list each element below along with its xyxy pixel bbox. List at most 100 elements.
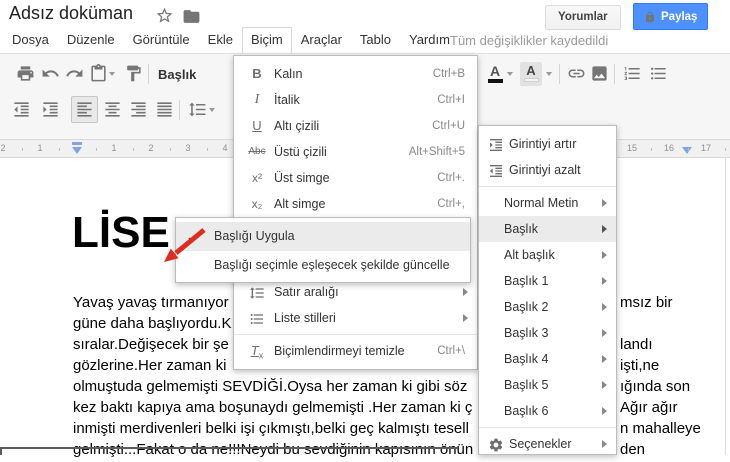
menu-item-bold[interactable]: B Kalın Ctrl+B bbox=[234, 61, 477, 87]
menu-item-italic[interactable]: I İtalik Ctrl+I bbox=[234, 87, 477, 113]
save-status: Tüm değişiklikler kaydedildi bbox=[450, 33, 609, 48]
submenu-arrow-icon bbox=[602, 407, 607, 415]
submenu-arrow-icon bbox=[602, 277, 607, 285]
left-indent-marker[interactable] bbox=[72, 147, 82, 154]
insert-image-icon[interactable] bbox=[590, 64, 609, 83]
google-docs-window: { "header": { "title": "Adsız doküman", … bbox=[0, 0, 730, 458]
ruler-tick bbox=[206, 148, 208, 151]
align-center-icon[interactable] bbox=[103, 100, 122, 119]
toolbar-separator bbox=[614, 64, 615, 84]
print-icon[interactable] bbox=[16, 64, 35, 83]
first-line-indent-marker[interactable] bbox=[72, 142, 82, 145]
menu-ekle[interactable]: Ekle bbox=[199, 27, 242, 53]
ruler-number: 4 bbox=[222, 143, 228, 153]
submenu-item-heading-3[interactable]: Başlık 3 bbox=[479, 320, 616, 346]
indent-decrease-icon bbox=[485, 157, 507, 183]
submenu-item-heading-2[interactable]: Başlık 2 bbox=[479, 294, 616, 320]
menu-item-superscript[interactable]: x² Üst simge Ctrl+. bbox=[234, 165, 477, 191]
toolbar-separator bbox=[559, 64, 560, 84]
submenu-arrow-icon bbox=[602, 355, 607, 363]
submenu-item-increase-indent[interactable]: Girintiyi artır bbox=[479, 131, 616, 157]
document-title[interactable]: Adsız doküman bbox=[9, 3, 133, 24]
document-text-line[interactable]: olmuştuda gelmemişti SEVDİĞİ.Oysa her za… bbox=[0, 378, 730, 399]
paste-icon[interactable] bbox=[89, 64, 108, 83]
folder-icon[interactable] bbox=[182, 7, 201, 26]
gear-icon bbox=[485, 431, 507, 454]
menu-item-subscript[interactable]: x₂ Alt simge Ctrl+, bbox=[234, 191, 477, 217]
ruler-tick bbox=[58, 148, 60, 151]
paste-dropdown-caret[interactable] bbox=[109, 72, 115, 76]
menu-separator bbox=[479, 427, 616, 428]
document-text-line[interactable]: kez baktı kapıya ama boşunaydı gelmemişt… bbox=[0, 399, 730, 420]
toolbar-separator bbox=[179, 100, 180, 120]
page-right-border bbox=[725, 158, 726, 455]
line-spacing-icon[interactable] bbox=[188, 100, 207, 119]
bulleted-list-icon[interactable] bbox=[649, 64, 668, 83]
redo-icon[interactable] bbox=[65, 64, 84, 83]
document-heading[interactable]: LİSE bbox=[72, 208, 170, 258]
submenu-item-options[interactable]: Seçenekler bbox=[479, 431, 616, 454]
submenu-item-heading-1[interactable]: Başlık 1 bbox=[479, 268, 616, 294]
menu-goruntule[interactable]: Görüntüle bbox=[124, 27, 199, 53]
numbered-list-icon[interactable] bbox=[623, 64, 642, 83]
submenu-arrow-icon bbox=[463, 314, 468, 322]
list-styles-icon bbox=[246, 305, 268, 331]
align-left-icon[interactable] bbox=[75, 100, 94, 119]
highlight-color-caret[interactable] bbox=[546, 72, 552, 76]
paint-format-icon[interactable] bbox=[124, 64, 143, 83]
styles-dropdown[interactable]: Başlık bbox=[158, 67, 196, 82]
text-color-caret[interactable] bbox=[507, 72, 513, 76]
menu-dosya[interactable]: Dosya bbox=[3, 27, 58, 53]
share-button[interactable]: Paylaş bbox=[633, 3, 709, 30]
submenu-item-heading-4[interactable]: Başlık 4 bbox=[479, 346, 616, 372]
strikethrough-icon: Abc bbox=[248, 146, 266, 157]
indent-decrease-icon[interactable] bbox=[12, 100, 31, 119]
submenu-arrow-icon bbox=[602, 303, 607, 311]
highlight-color-icon[interactable]: A bbox=[520, 62, 542, 86]
document-text-line[interactable]: inmişti merdivenleri belki işi çıkmıştı,… bbox=[0, 420, 730, 441]
ruler-number: 16 bbox=[663, 143, 675, 153]
menu-item-list-styles[interactable]: Liste stilleri bbox=[234, 305, 477, 331]
menu-araclar[interactable]: Araçlar bbox=[292, 27, 351, 53]
submenu-item-decrease-indent[interactable]: Girintiyi azalt bbox=[479, 157, 616, 183]
ruler-tick bbox=[169, 148, 171, 151]
star-icon[interactable] bbox=[155, 6, 174, 25]
submenu-item-subtitle[interactable]: Alt başlık bbox=[479, 242, 616, 268]
indent-increase-icon bbox=[485, 131, 507, 157]
menu-item-strikethrough[interactable]: Abc Üstü çizili Alt+Shift+5 bbox=[234, 139, 477, 165]
subscript-icon: x₂ bbox=[251, 197, 263, 211]
line-spacing-caret[interactable] bbox=[209, 108, 215, 112]
submenu-item-heading-5[interactable]: Başlık 5 bbox=[479, 372, 616, 398]
insert-link-icon[interactable] bbox=[567, 64, 586, 83]
menu-bicim[interactable]: Biçim bbox=[241, 27, 292, 53]
submenu-item-heading-6[interactable]: Başlık 6 bbox=[479, 398, 616, 424]
toolbar-separator bbox=[148, 64, 149, 84]
undo-icon[interactable] bbox=[41, 64, 60, 83]
ruler-number: 3 bbox=[185, 143, 191, 153]
popup-item-apply-title[interactable]: Başlığı Uygula bbox=[176, 222, 470, 251]
align-right-icon[interactable] bbox=[129, 100, 148, 119]
submenu-arrow-icon bbox=[602, 381, 607, 389]
menu-item-underline[interactable]: U Altı çizili Ctrl+U bbox=[234, 113, 477, 139]
ruler-tick bbox=[687, 148, 689, 151]
indent-increase-icon[interactable] bbox=[41, 100, 60, 119]
justify-icon[interactable] bbox=[155, 100, 174, 119]
ruler-tick bbox=[724, 148, 726, 151]
submenu-arrow-icon bbox=[602, 440, 607, 448]
clear-formatting-icon: Tx bbox=[250, 343, 264, 361]
menu-tablo[interactable]: Tablo bbox=[351, 27, 400, 53]
ruler-tick bbox=[21, 148, 23, 151]
menu-separator bbox=[234, 334, 477, 335]
ruler-tick bbox=[132, 148, 134, 151]
text-color-icon[interactable]: A bbox=[485, 64, 505, 86]
document-object-border bbox=[0, 447, 458, 455]
submenu-item-normal-text[interactable]: Normal Metin bbox=[479, 190, 616, 216]
submenu-arrow-icon bbox=[463, 288, 468, 296]
share-button-label: Paylaş bbox=[661, 10, 698, 23]
ruler-number: 2 bbox=[148, 143, 154, 153]
popup-item-update-title[interactable]: Başlığı seçimle eşleşecek şekilde güncel… bbox=[176, 251, 470, 280]
menu-duzenle[interactable]: Düzenle bbox=[58, 27, 124, 53]
superscript-icon: x² bbox=[252, 171, 262, 185]
menu-item-clear-formatting[interactable]: Tx Biçimlendirmeyi temizle Ctrl+\ bbox=[234, 338, 477, 364]
submenu-item-title[interactable]: Başlık bbox=[479, 216, 616, 242]
